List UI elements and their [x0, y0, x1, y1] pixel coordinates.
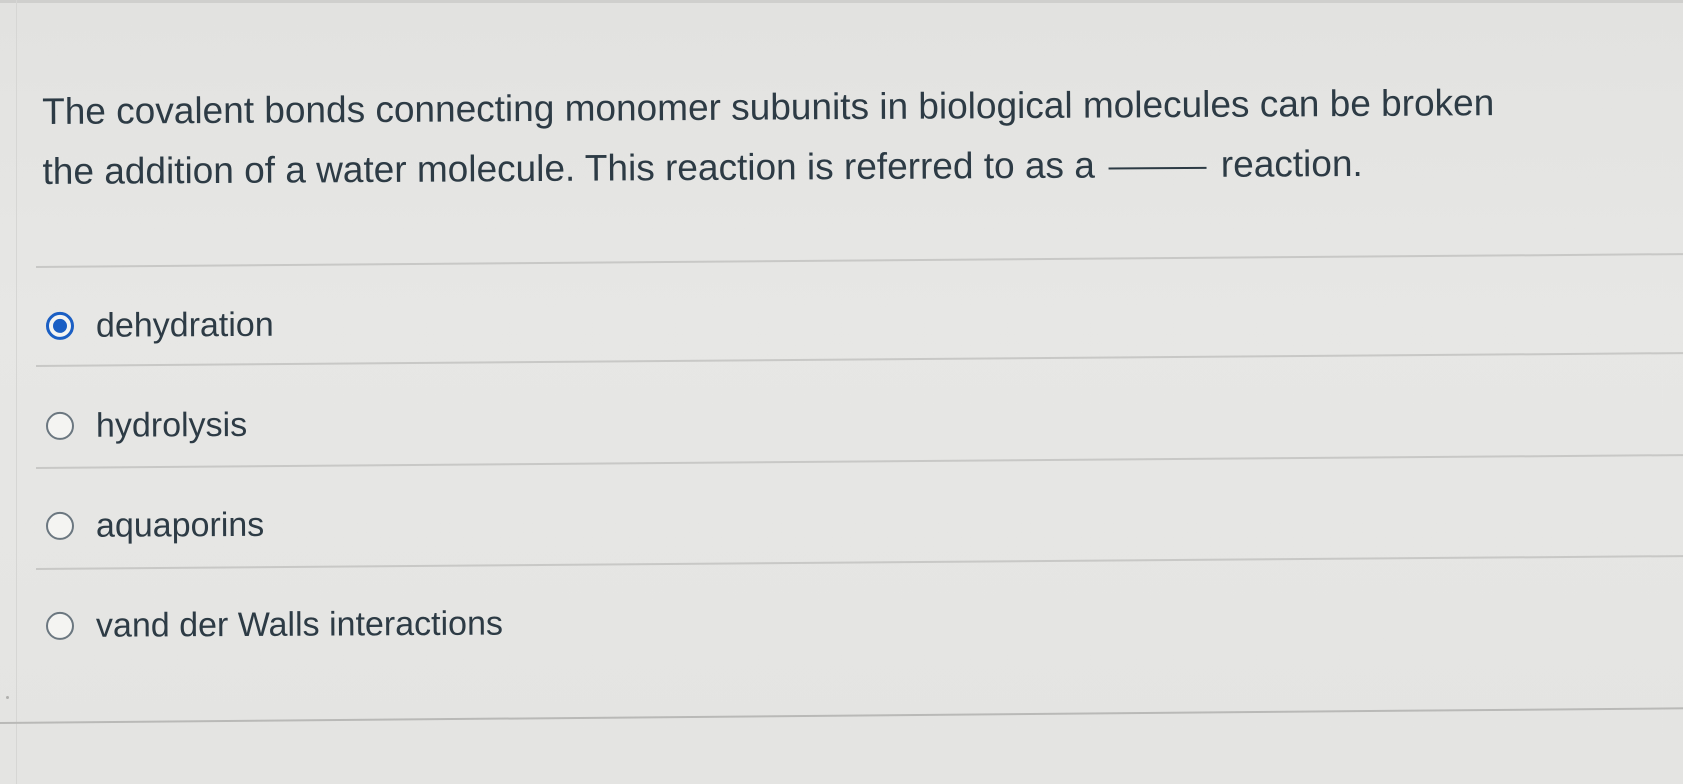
- answer-label: aquaporins: [95, 505, 265, 545]
- answer-option-van-der-waals[interactable]: vand der Walls interactions: [45, 600, 504, 650]
- answer-option-hydrolysis[interactable]: hydrolysis: [45, 401, 248, 450]
- answer-divider: [35, 453, 1683, 469]
- question-line-2-start: the addition of a water molecule. This r…: [42, 144, 1095, 192]
- answer-label: hydrolysis: [95, 405, 248, 445]
- answer-option-dehydration[interactable]: dehydration: [45, 301, 274, 350]
- answer-divider: [35, 554, 1683, 570]
- answer-divider: [35, 351, 1683, 367]
- radio-unselected-icon[interactable]: [45, 611, 75, 640]
- dust-mark: [6, 696, 9, 699]
- question-line-2: the addition of a water molecule. This r…: [42, 132, 1683, 202]
- question-line-1: The covalent bonds connecting monomer su…: [42, 82, 1495, 132]
- radio-unselected-icon[interactable]: [45, 511, 75, 540]
- radio-unselected-icon[interactable]: [45, 411, 75, 440]
- answer-label: dehydration: [95, 305, 274, 345]
- question-block: The covalent bonds connecting monomer su…: [0, 0, 1683, 784]
- fill-in-blank: [1108, 166, 1207, 170]
- bottom-border: [0, 707, 1683, 724]
- radio-selected-icon[interactable]: [45, 311, 75, 340]
- question-text: The covalent bonds connecting monomer su…: [42, 72, 1683, 202]
- question-line-2-end: reaction.: [1220, 142, 1363, 185]
- answer-label: vand der Walls interactions: [95, 604, 504, 645]
- answer-option-aquaporins[interactable]: aquaporins: [45, 501, 265, 550]
- answer-divider: [35, 252, 1683, 268]
